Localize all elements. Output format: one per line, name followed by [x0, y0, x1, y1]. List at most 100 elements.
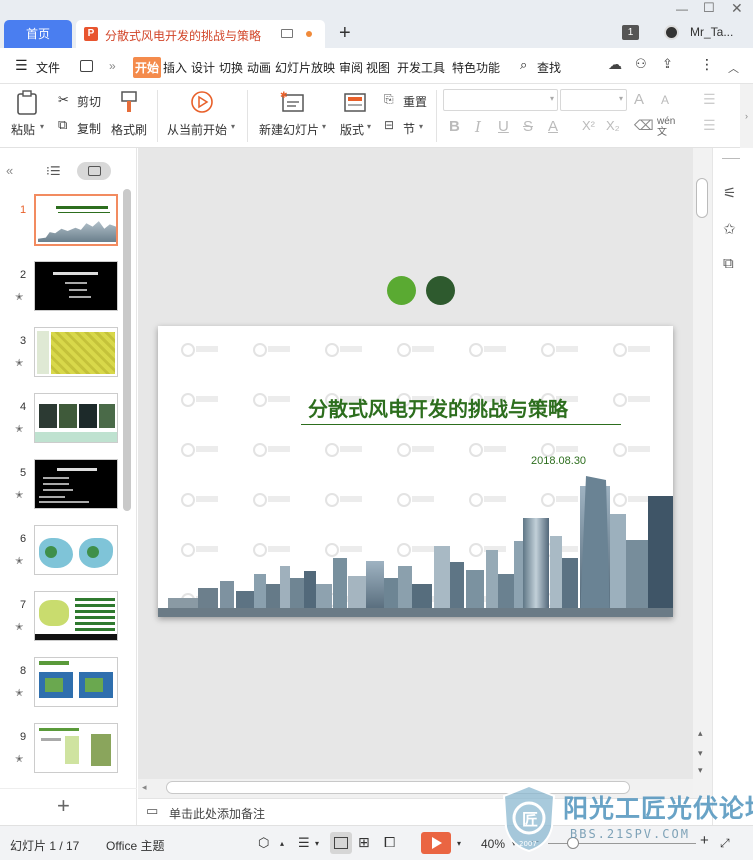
copy-icon[interactable]: ⧉ — [58, 117, 67, 133]
new-slide-button[interactable]: 新建幻灯片 — [259, 121, 319, 138]
menu-design[interactable]: 设计 — [191, 59, 215, 76]
search-icon[interactable]: ⌕ — [520, 57, 527, 73]
menu-developer[interactable]: 开发工具 — [397, 59, 445, 76]
menu-file[interactable]: 文件 — [36, 59, 60, 76]
slide-thumbnail-5[interactable] — [34, 459, 118, 509]
underline-icon[interactable]: U — [498, 118, 509, 135]
monitor-icon[interactable] — [281, 29, 293, 38]
font-grow-icon[interactable]: A — [634, 91, 644, 108]
add-user-icon[interactable]: ⚇ — [635, 56, 647, 72]
menu-special[interactable]: 特色功能 — [452, 59, 500, 76]
transition-icon[interactable]: ⧉ — [723, 255, 734, 272]
from-current-button[interactable]: 从当前开始 — [167, 121, 227, 138]
share-icon[interactable]: ⇪ — [662, 56, 673, 72]
panel-scrollbar[interactable] — [123, 189, 131, 511]
horizontal-scrollbar[interactable]: ◂ — [138, 779, 693, 798]
menu-search[interactable]: 查找 — [537, 59, 561, 76]
menu-view[interactable]: 视图 — [366, 59, 390, 76]
window-count-badge[interactable]: 1 — [622, 25, 639, 40]
section-icon[interactable]: ⊟ — [384, 118, 394, 132]
zoom-level[interactable]: 40% — [481, 837, 505, 851]
menu-review[interactable]: 审阅 — [339, 59, 363, 76]
paste-button[interactable]: 粘贴 — [11, 121, 35, 138]
slide-thumbnail-7[interactable] — [34, 591, 118, 641]
animation-icon[interactable]: ✩ — [723, 220, 736, 238]
tab-document[interactable]: P 分散式风电开发的挑战与策略 — [76, 20, 325, 48]
collapse-ribbon-icon[interactable]: ︿ — [728, 60, 739, 76]
layout-icon[interactable] — [343, 92, 367, 114]
ribbon-scroll-right-icon[interactable]: › — [740, 84, 753, 148]
slide-thumbnail-2[interactable] — [34, 261, 118, 311]
new-slide-icon[interactable]: ✱ — [280, 90, 306, 114]
copy-button[interactable]: 复制 — [77, 120, 101, 137]
slide[interactable]: 分散式风电开发的挑战与策略 2018.08.30 — [158, 326, 673, 617]
settings-sliders-icon[interactable]: ⚟ — [723, 184, 736, 202]
slide-thumbnail-3[interactable] — [34, 327, 118, 377]
new-tab-button[interactable]: + — [339, 22, 351, 45]
menu-home[interactable]: 开始 — [133, 57, 162, 78]
more-icon[interactable]: ⋮ — [700, 56, 714, 73]
align-left-icon[interactable]: ☰ — [703, 117, 716, 134]
play-icon[interactable] — [190, 90, 214, 114]
play-slideshow-button[interactable] — [421, 832, 451, 854]
font-color-icon[interactable]: A — [548, 118, 558, 135]
normal-view-button[interactable] — [330, 832, 352, 854]
notes-placeholder[interactable]: 单击此处添加备注 — [169, 805, 265, 822]
vertical-scrollbar[interactable]: ▴ ▾ ▾ — [693, 148, 712, 798]
user-name[interactable]: Mr_Ta... — [690, 25, 733, 39]
sorter-view-icon[interactable]: ⊞ — [358, 834, 370, 851]
bullets-icon[interactable]: ☰ — [703, 91, 716, 108]
menu-animation[interactable]: 动画 — [247, 59, 271, 76]
fit-window-icon[interactable]: ⤢ — [720, 836, 730, 851]
cloud-icon[interactable]: ☁ — [608, 56, 622, 73]
tab-home[interactable]: 首页 — [4, 20, 72, 48]
font-shrink-icon[interactable]: A — [661, 93, 669, 107]
play-dropdown-icon[interactable]: ▾ — [457, 839, 461, 848]
paste-icon[interactable] — [15, 90, 39, 116]
cut-button[interactable]: 剪切 — [77, 93, 101, 110]
new-slide-dropdown-icon[interactable]: ▾ — [322, 122, 326, 131]
scissors-icon[interactable]: ✂ — [58, 92, 69, 108]
italic-icon[interactable]: I — [475, 118, 481, 136]
from-current-dropdown-icon[interactable]: ▾ — [231, 122, 235, 131]
format-painter-button[interactable]: 格式刷 — [111, 121, 147, 138]
zoom-in-icon[interactable]: + — [700, 832, 709, 849]
bold-icon[interactable]: B — [449, 118, 460, 135]
subscript-icon[interactable]: X₂ — [606, 118, 620, 133]
menu-transition[interactable]: 切换 — [219, 59, 243, 76]
superscript-icon[interactable]: X² — [582, 118, 595, 133]
slides-view-toggle[interactable] — [77, 162, 111, 180]
layout-dropdown-icon[interactable]: ▾ — [367, 122, 371, 131]
cube-icon[interactable]: ⬡ — [258, 835, 269, 851]
collapse-panel-icon[interactable]: « — [6, 163, 13, 178]
minimize-icon[interactable]: — — [676, 2, 688, 16]
slide-thumbnail-8[interactable] — [34, 657, 118, 707]
city-skyline-image[interactable] — [158, 466, 673, 617]
cube-dropdown-icon[interactable]: ▴ — [280, 839, 284, 848]
section-button[interactable]: 节 — [403, 120, 415, 137]
strikethrough-icon[interactable]: S — [523, 118, 533, 135]
slide-thumbnail-4[interactable] — [34, 393, 118, 443]
outline-view-icon[interactable]: ⁝☰ — [46, 164, 61, 178]
eraser-icon[interactable]: ⌫ — [634, 117, 654, 134]
zoom-slider-handle[interactable] — [567, 837, 579, 849]
zoom-dropdown-icon[interactable]: ▾ — [512, 839, 516, 848]
notes-toggle-icon[interactable]: ☰ — [298, 835, 310, 851]
notes-toggle-dropdown-icon[interactable]: ▾ — [315, 839, 319, 848]
notes-area[interactable]: ▭ 单击此处添加备注 — [138, 798, 712, 825]
format-painter-icon[interactable] — [118, 90, 140, 114]
slide-thumbnail-6[interactable] — [34, 525, 118, 575]
font-size-select[interactable]: ▾ — [560, 89, 627, 111]
save-icon[interactable] — [80, 60, 93, 72]
menu-slideshow[interactable]: 幻灯片放映 — [275, 59, 335, 76]
reading-view-icon[interactable]: ⧠ — [384, 834, 395, 851]
theme-name[interactable]: Office 主题 — [106, 837, 164, 854]
section-dropdown-icon[interactable]: ▾ — [419, 122, 423, 131]
add-slide-button[interactable]: + — [57, 793, 70, 819]
maximize-icon[interactable]: ☐ — [703, 0, 715, 16]
slide-thumbnail-1[interactable] — [34, 194, 118, 246]
layout-button[interactable]: 版式 — [340, 121, 364, 138]
more-chevron-icon[interactable]: » — [109, 59, 116, 73]
font-name-select[interactable]: ▾ — [443, 89, 558, 111]
phonetic-icon[interactable]: wén 文 — [657, 116, 675, 138]
